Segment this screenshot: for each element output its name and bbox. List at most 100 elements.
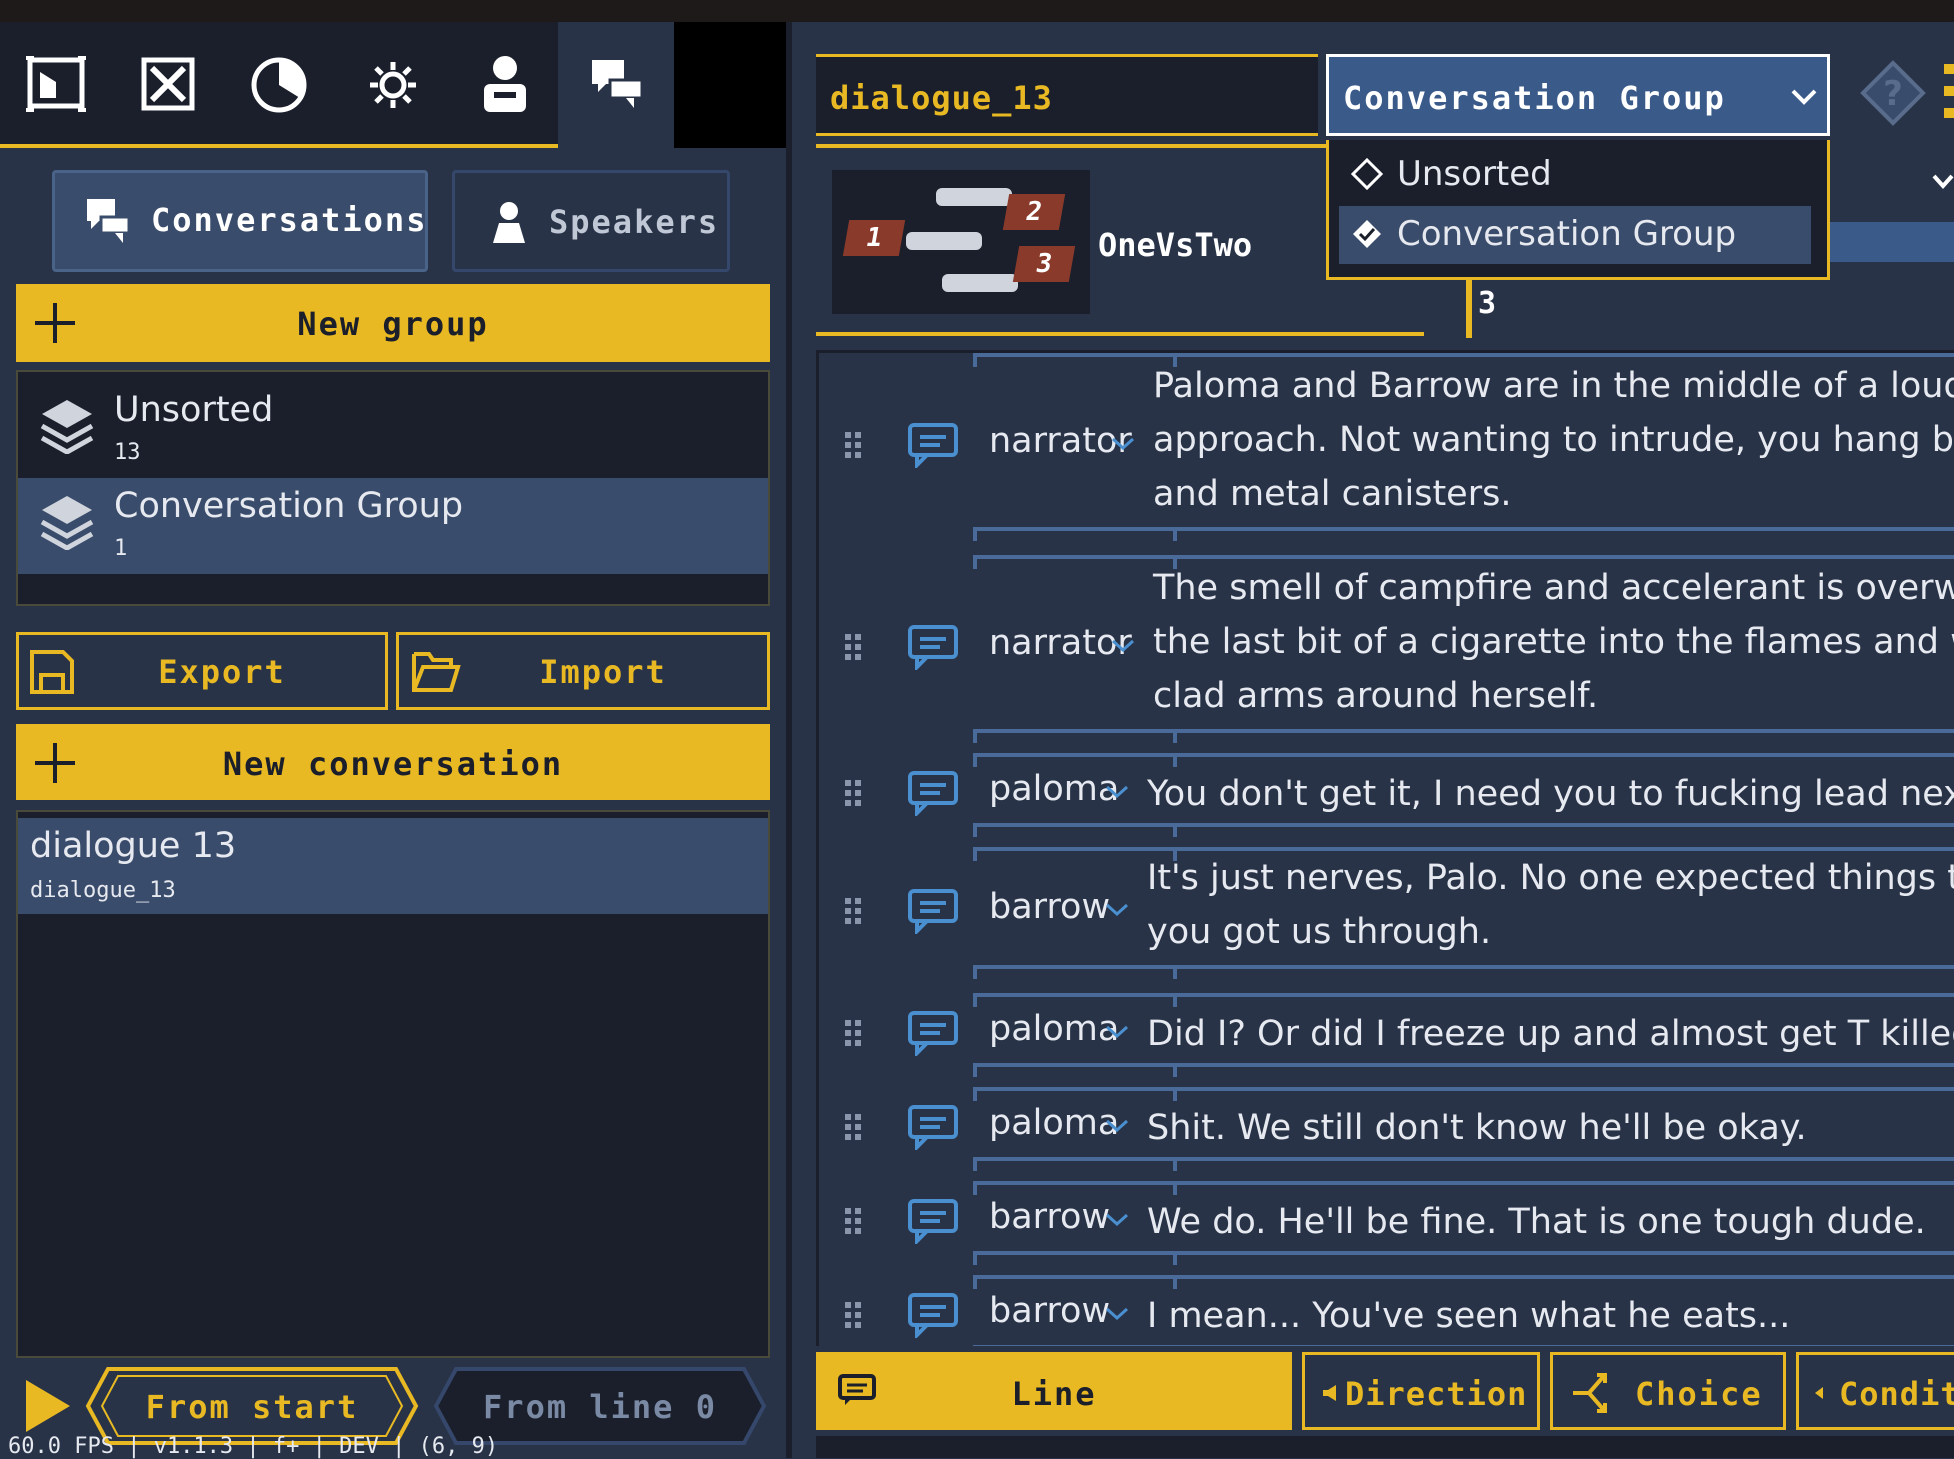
speaker-icon <box>493 202 525 243</box>
chevron-down-icon[interactable] <box>1105 1213 1129 1227</box>
line-text[interactable]: You don't get it, I need you to fucking … <box>1147 767 1954 821</box>
speaker-select[interactable]: barrow <box>989 1197 1110 1237</box>
line-type-icon[interactable] <box>907 1198 959 1244</box>
menu-dot[interactable] <box>1944 108 1954 118</box>
speaker-select[interactable]: paloma <box>989 769 1119 809</box>
speaker-select[interactable]: barrow <box>989 887 1110 927</box>
row-border-tick <box>973 753 977 767</box>
line-text[interactable]: Shit. We still don't know he'll be okay. <box>1147 1101 1807 1155</box>
import-button[interactable]: Import <box>396 632 770 710</box>
row-border-tick <box>973 729 977 743</box>
condition-icon <box>1815 1387 1823 1399</box>
drag-handle-icon[interactable] <box>843 1301 863 1329</box>
row-border-tick <box>973 1181 977 1195</box>
battle-icon[interactable] <box>140 56 196 112</box>
chevron-down-icon[interactable] <box>1105 1119 1129 1133</box>
line-type-icon[interactable] <box>907 1010 959 1056</box>
line-text[interactable]: Paloma and Barrow are in the middle of a… <box>1153 359 1954 521</box>
tab-speakers[interactable]: Speakers <box>452 170 730 272</box>
dialogue-line-row[interactable]: barrow I mean... You've seen what he eats… <box>819 1275 1954 1346</box>
drag-handle-icon[interactable] <box>843 1019 863 1047</box>
add-condition-button[interactable]: Condit <box>1796 1352 1954 1430</box>
line-text-row: approach. Not wanting to intrude, you ha… <box>1153 420 1954 460</box>
radio-diamond-checked-icon <box>1353 220 1381 248</box>
dialogue-icon[interactable] <box>590 58 644 110</box>
chevron-down-icon[interactable] <box>1105 903 1129 917</box>
thumb-line <box>942 274 1018 292</box>
line-text[interactable]: It's just nerves, Palo. No one expected … <box>1147 851 1954 959</box>
megaphone-icon <box>1323 1385 1336 1401</box>
chevron-down-icon[interactable] <box>1111 639 1135 653</box>
chevron-down-icon <box>1791 89 1817 105</box>
row-border-tick <box>973 1087 977 1101</box>
dialogue-line-row[interactable]: barrow We do. He'll be fine. That is one … <box>819 1181 1954 1265</box>
line-text-row: Shit. We still don't know he'll be okay. <box>1147 1108 1807 1148</box>
drag-handle-icon[interactable] <box>843 1207 863 1235</box>
dialogue-line-row[interactable]: barrow It's just nerves, Palo. No one exp… <box>819 847 1954 979</box>
add-line-button[interactable]: Line <box>816 1352 1292 1430</box>
dialogue-line-row[interactable]: paloma Shit. We still don't know he'll be… <box>819 1087 1954 1171</box>
speaker-select[interactable]: barrow <box>989 1291 1110 1331</box>
menu-dot[interactable] <box>1944 86 1954 96</box>
speaker-select[interactable]: paloma <box>989 1009 1119 1049</box>
group-item-conversation-group[interactable]: Conversation Group 1 <box>18 478 768 574</box>
new-conversation-button[interactable]: New conversation <box>16 724 770 800</box>
drag-handle-icon[interactable] <box>843 633 863 661</box>
conversation-id-input[interactable]: dialogue_13 <box>816 54 1318 136</box>
scene-thumbnail[interactable]: 1 2 3 <box>832 170 1090 314</box>
conversation-item[interactable]: dialogue 13 dialogue_13 <box>18 818 768 914</box>
dialogue-line-row[interactable]: narrator The smell of campfire and accele… <box>819 555 1954 743</box>
line-type-icon[interactable] <box>907 1104 959 1150</box>
menu-dot[interactable] <box>1944 64 1954 74</box>
line-type-icon[interactable] <box>907 770 959 816</box>
row-border <box>973 753 1954 757</box>
dropdown-option-unsorted[interactable]: Unsorted <box>1339 146 1819 202</box>
chevron-down-icon[interactable] <box>1105 1307 1129 1321</box>
line-text[interactable]: I mean... You've seen what he eats... <box>1147 1289 1790 1343</box>
line-text[interactable]: Did I? Or did I freeze up and almost get… <box>1147 1007 1954 1061</box>
time-icon[interactable] <box>250 56 308 114</box>
line-text[interactable]: We do. He'll be fine. That is one tough … <box>1147 1195 1926 1249</box>
speaker-select[interactable]: paloma <box>989 1103 1119 1143</box>
scene-underline <box>816 332 1424 336</box>
drag-handle-icon[interactable] <box>843 897 863 925</box>
line-text-row: clad arms around herself. <box>1153 676 1599 716</box>
chevron-down-icon[interactable] <box>1105 1025 1129 1039</box>
chevron-down-icon[interactable] <box>1111 437 1135 451</box>
dialogue-line-row[interactable]: narrator Paloma and Barrow are in the mid… <box>819 353 1954 541</box>
drag-handle-icon[interactable] <box>843 1113 863 1141</box>
tab-conversations[interactable]: Conversations <box>52 170 428 272</box>
row-border <box>973 353 1954 357</box>
character-icon[interactable] <box>480 54 530 114</box>
drag-handle-icon[interactable] <box>843 779 863 807</box>
help-icon[interactable]: ? <box>1860 60 1926 126</box>
thumb-line <box>936 188 1012 206</box>
chevron-down-icon[interactable] <box>1932 174 1954 190</box>
row-border-tick <box>973 353 977 367</box>
dropdown-option-conversation-group[interactable]: Conversation Group <box>1339 206 1811 264</box>
row-border-tick <box>973 847 977 861</box>
new-group-button[interactable]: New group <box>16 284 770 362</box>
add-choice-button[interactable]: Choice <box>1550 1352 1786 1430</box>
row-border-tick <box>973 823 977 837</box>
dialogue-line-row[interactable]: paloma You don't get it, I need you to fu… <box>819 753 1954 837</box>
add-direction-button[interactable]: Direction <box>1302 1352 1540 1430</box>
line-type-icon[interactable] <box>907 888 959 934</box>
row-border-tick <box>973 1157 977 1171</box>
dialogue-line-row[interactable]: paloma Did I? Or did I freeze up and almo… <box>819 993 1954 1077</box>
line-text-row: Did I? Or did I freeze up and almost get… <box>1147 1014 1954 1054</box>
row-border <box>973 1181 1954 1185</box>
row-border <box>973 1275 1954 1279</box>
group-select[interactable]: Conversation Group <box>1326 54 1830 136</box>
settings-icon[interactable] <box>368 60 418 110</box>
line-type-icon[interactable] <box>907 422 959 468</box>
play-icon[interactable] <box>22 1376 74 1436</box>
line-type-icon[interactable] <box>907 1292 959 1338</box>
drag-handle-icon[interactable] <box>843 431 863 459</box>
export-button[interactable]: Export <box>16 632 388 710</box>
group-item-unsorted[interactable]: Unsorted 13 <box>18 372 768 476</box>
chevron-down-icon[interactable] <box>1105 785 1129 799</box>
line-type-icon[interactable] <box>907 624 959 670</box>
scene-icon[interactable] <box>26 56 86 112</box>
line-text[interactable]: The smell of campfire and accelerant is … <box>1153 561 1954 723</box>
